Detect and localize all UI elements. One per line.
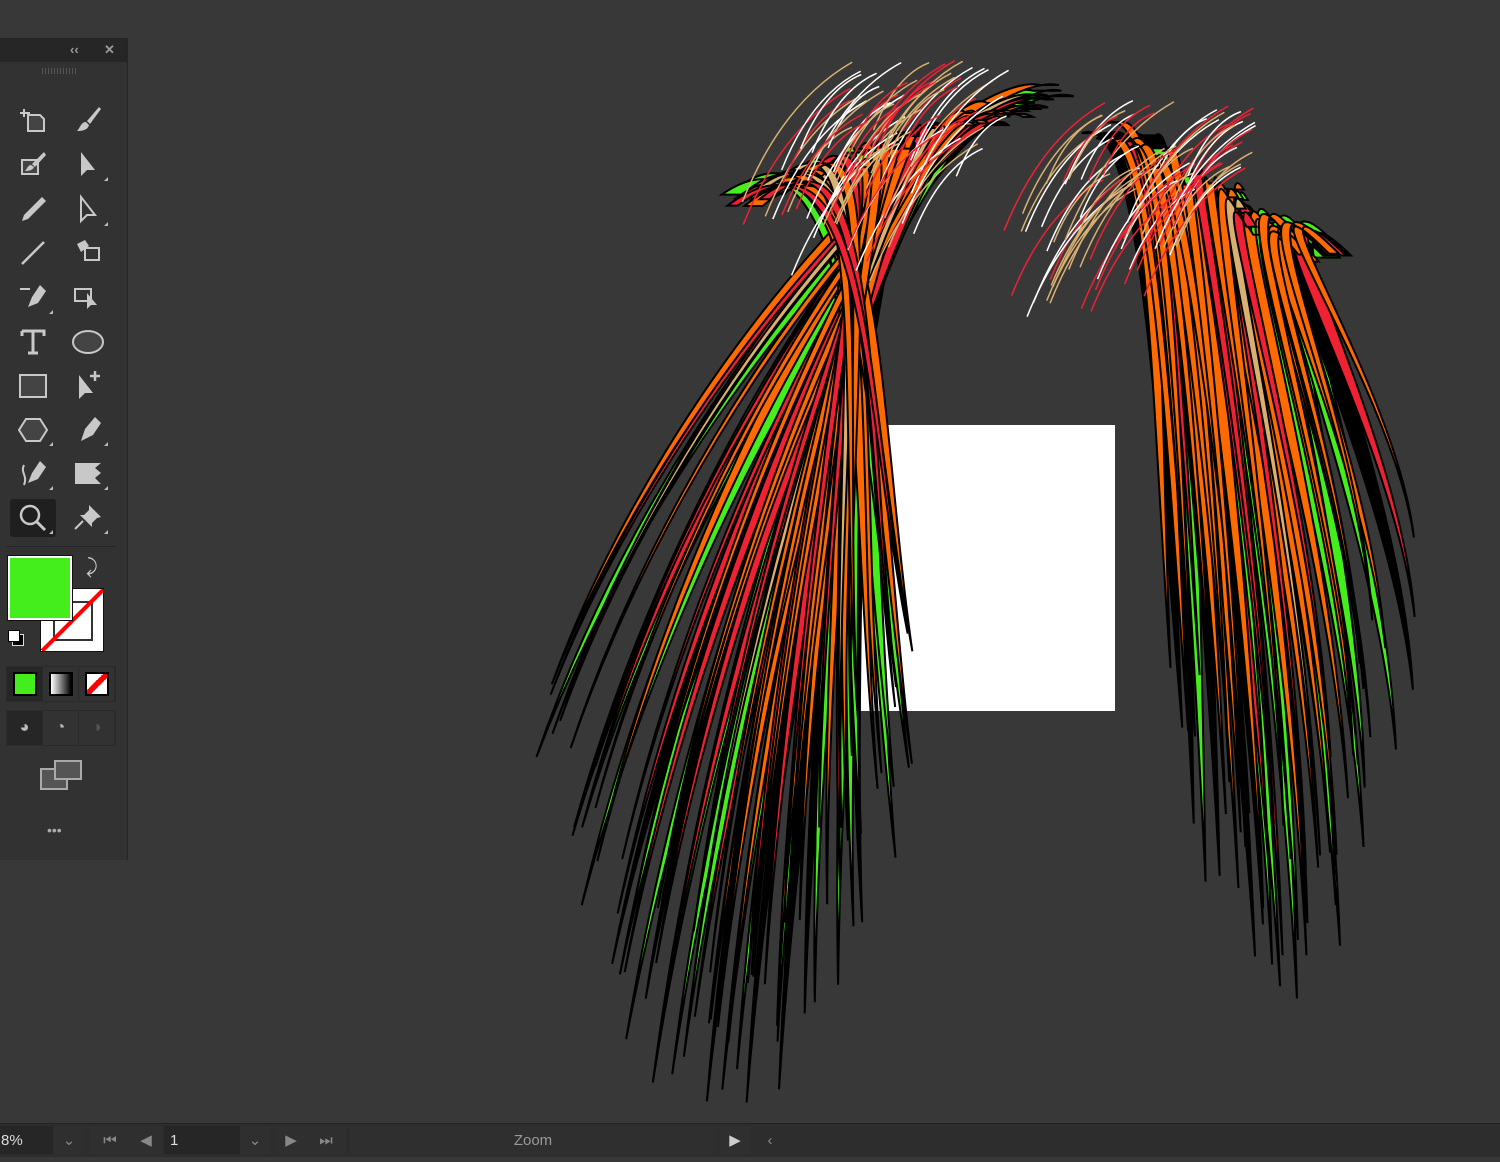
direct-selection-icon	[80, 194, 98, 224]
close-icon[interactable]: ✕	[104, 42, 115, 58]
artboard-icon	[20, 109, 45, 132]
edit-toolbar-button[interactable]: •••	[47, 822, 62, 838]
flyout-indicator	[104, 177, 108, 181]
zoom-dropdown-chevron-icon[interactable]: ⌄	[54, 1126, 84, 1154]
polygon-icon	[17, 418, 49, 442]
line-icon	[21, 241, 45, 265]
artboard-dropdown-chevron-icon[interactable]: ⌄	[240, 1126, 270, 1154]
flyout-indicator	[104, 486, 108, 490]
line-segment-tool[interactable]	[10, 234, 56, 272]
none-mode-button[interactable]	[79, 667, 115, 701]
curvature-pen-icon	[20, 285, 46, 307]
polygon-tool[interactable]	[10, 411, 56, 449]
type-icon	[20, 329, 46, 355]
flyout-indicator	[49, 486, 53, 490]
rectangle-tool[interactable]	[10, 367, 56, 405]
selection-tool[interactable]	[65, 146, 111, 184]
type-tool[interactable]	[10, 323, 56, 361]
panel-grip[interactable]	[42, 68, 78, 74]
magnifier-icon	[19, 504, 47, 532]
live-paint-selection-tool[interactable]	[65, 279, 111, 317]
status-label[interactable]: Zoom	[350, 1126, 716, 1154]
gradient-mode-button[interactable]	[43, 667, 79, 701]
live-paint-select-icon	[74, 288, 97, 309]
flyout-indicator	[49, 442, 53, 446]
last-artboard-icon[interactable]: ⏭	[306, 1126, 346, 1154]
scroll-left-icon[interactable]: ‹	[755, 1126, 785, 1154]
tools-panel: ‹‹ ✕ ⤸ ◕ ◔ ◑ •••	[0, 38, 128, 860]
add-anchor-tool[interactable]	[65, 367, 111, 405]
draw-inside-icon[interactable]: ◑	[79, 711, 115, 745]
live-paint-icon	[77, 240, 100, 261]
feather-highlight	[1026, 183, 1132, 317]
draw-normal-icon[interactable]: ◕	[7, 711, 43, 745]
artboard-tool[interactable]	[10, 101, 56, 139]
add-anchor-arrow-icon	[79, 371, 100, 399]
curvature-tool[interactable]	[10, 279, 56, 317]
freeform-pen-tool[interactable]	[10, 455, 56, 493]
freeform-pen-icon	[21, 461, 46, 486]
puppet-warp-tool[interactable]	[65, 499, 111, 537]
rectangle-icon	[19, 374, 47, 398]
previous-artboard-icon[interactable]: ◀	[130, 1126, 162, 1154]
shape-builder-icon	[75, 463, 101, 484]
flyout-indicator	[49, 310, 53, 314]
live-paint-bucket-tool[interactable]	[65, 234, 111, 272]
pencil-tool[interactable]	[10, 191, 56, 229]
feather-highlight	[1050, 183, 1133, 286]
shape-builder-tool[interactable]	[65, 455, 111, 493]
pen-icon	[81, 417, 101, 441]
pen-tool[interactable]	[65, 411, 111, 449]
paintbrush-icon	[77, 107, 101, 131]
status-menu-arrow-icon[interactable]: ▶	[720, 1126, 750, 1154]
fill-color-swatch[interactable]	[7, 555, 73, 621]
feather-highlight	[1021, 114, 1102, 215]
zoom-level-field[interactable]: 8%	[0, 1126, 53, 1154]
blob-brush-icon	[21, 152, 46, 175]
flyout-indicator	[104, 222, 108, 226]
ellipse-icon	[72, 330, 104, 354]
direct-selection-tool[interactable]	[65, 191, 111, 229]
paintbrush-tool[interactable]	[65, 101, 111, 139]
pencil-icon	[22, 197, 46, 221]
zoom-tool[interactable]	[10, 499, 56, 537]
ellipse-tool[interactable]	[65, 323, 111, 361]
divider	[6, 546, 116, 547]
swap-colors-icon[interactable]: ⤸	[86, 556, 98, 579]
artwork-canvas[interactable]	[0, 0, 1500, 1162]
panel-header: ‹‹ ✕	[0, 38, 127, 62]
blob-brush-tool[interactable]	[10, 146, 56, 184]
first-artboard-icon[interactable]: ⏮	[90, 1126, 130, 1154]
double-chevron-left-icon[interactable]: ‹‹	[70, 42, 79, 57]
flyout-indicator	[104, 442, 108, 446]
flyout-indicator	[104, 530, 108, 534]
flyout-indicator	[49, 530, 53, 534]
draw-behind-icon[interactable]: ◔	[43, 711, 79, 745]
artboard-number-field[interactable]: 1	[164, 1126, 242, 1154]
status-bar: 8% ⌄ ⏮ ◀ 1 ⌄ ▶ ⏭ Zoom ▶ ‹	[0, 1123, 1500, 1157]
color-mode-button[interactable]	[7, 667, 43, 701]
selection-arrow-icon	[81, 152, 95, 176]
default-colors-icon[interactable]	[8, 630, 20, 642]
next-artboard-icon[interactable]: ▶	[276, 1126, 306, 1154]
pin-icon	[74, 505, 101, 530]
